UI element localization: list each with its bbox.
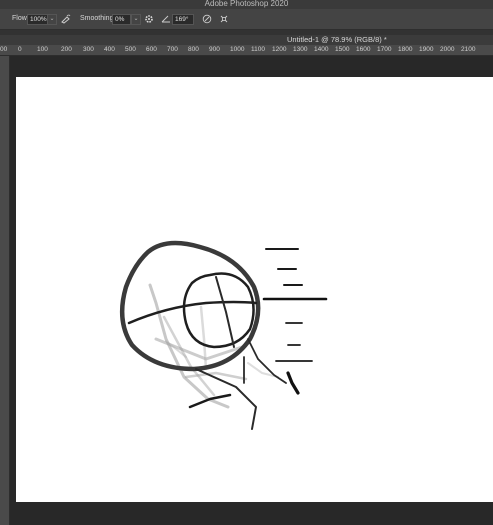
smoothing-label: Smoothing: <box>80 15 116 22</box>
ruler-tick-label: 2000 <box>440 46 455 53</box>
ruler-tick-label: 700 <box>167 46 178 53</box>
ruler-tick-label: 800 <box>188 46 199 53</box>
ruler-tick-label: 1700 <box>377 46 392 53</box>
ruler-tick-label: 1600 <box>356 46 371 53</box>
ruler-tick-label: 1300 <box>293 46 308 53</box>
angle-input[interactable]: 169° <box>172 14 194 25</box>
ruler-tick-label: 1800 <box>398 46 413 53</box>
ruler-tick-label: 1200 <box>272 46 287 53</box>
angle-icon <box>161 15 170 23</box>
ruler-tick-label: 0 <box>18 46 22 53</box>
ruler-tick-label: 00 <box>0 46 8 53</box>
airbrush-icon[interactable] <box>61 14 71 24</box>
ruler-tick-label: 600 <box>146 46 157 53</box>
document-tab[interactable]: Untitled-1 @ 78.9% (RGB/8) * <box>287 35 387 45</box>
ruler-tick-label: 1500 <box>335 46 350 53</box>
gear-icon[interactable] <box>144 14 154 24</box>
ruler-tick-label: 400 <box>104 46 115 53</box>
ruler-tick-label: 1400 <box>314 46 329 53</box>
ruler-tick-label: 1000 <box>230 46 245 53</box>
ruler-tick-label: 100 <box>37 46 48 53</box>
ruler-tick-label: 900 <box>209 46 220 53</box>
horizontal-ruler[interactable]: 00 0 100 200 300 400 500 600 700 800 900… <box>0 45 493 56</box>
pressure-opacity-icon[interactable] <box>202 14 212 24</box>
ruler-tick-label: 1900 <box>419 46 434 53</box>
ruler-tick-label: 500 <box>125 46 136 53</box>
ruler-tick-label: 1100 <box>251 46 265 53</box>
flow-input[interactable]: 100% <box>27 14 48 25</box>
symmetry-icon[interactable] <box>219 14 229 24</box>
app-title-bar: Adobe Photoshop 2020 <box>0 0 493 9</box>
ruler-tick-label: 200 <box>61 46 72 53</box>
smoothing-input[interactable]: 0% <box>112 14 131 25</box>
app-title: Adobe Photoshop 2020 <box>204 0 289 8</box>
vertical-ruler[interactable] <box>0 56 10 525</box>
ruler-tick-label: 300 <box>83 46 94 53</box>
options-bar: Flow: 100% ⌄ Smoothing: 0% ⌄ 169° <box>0 9 493 30</box>
sketch-drawing <box>119 240 328 430</box>
flow-dropdown-chevron-icon[interactable]: ⌄ <box>47 14 57 25</box>
smoothing-dropdown-chevron-icon[interactable]: ⌄ <box>131 14 141 25</box>
document-tab-bar: Untitled-1 @ 78.9% (RGB/8) * <box>0 35 493 45</box>
document-canvas[interactable] <box>16 77 493 502</box>
ruler-tick-label: 2100 <box>461 46 476 53</box>
